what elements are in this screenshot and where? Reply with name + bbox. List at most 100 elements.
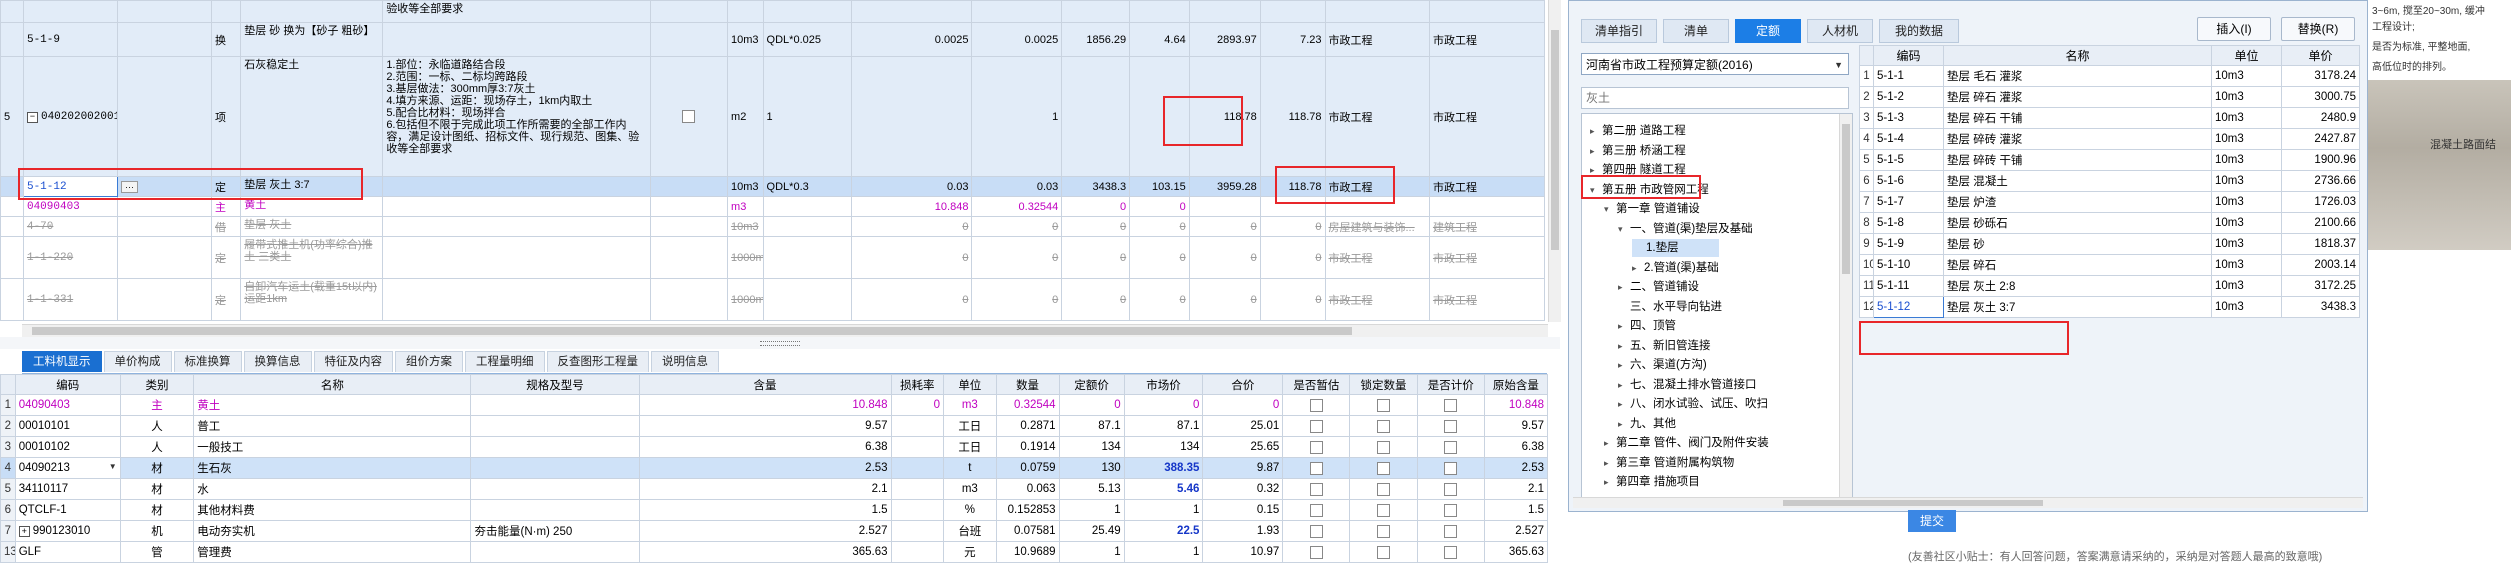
submit-button[interactable]: 提交	[1908, 510, 1956, 532]
checkbox[interactable]	[1377, 482, 1391, 496]
top-row-desc[interactable]	[382, 236, 651, 279]
resource-cell-loss[interactable]	[890, 478, 945, 500]
top-row-category[interactable]: 建筑工程	[1428, 216, 1546, 237]
top-row-type[interactable]: 换	[210, 22, 242, 57]
top-row-qty-expr[interactable]: 1	[762, 56, 853, 177]
quota-cell-n[interactable]: 2	[1859, 86, 1874, 108]
resource-col-header[interactable]: 合价	[1202, 374, 1284, 395]
top-row-spacer[interactable]	[116, 22, 213, 57]
quota-col-header[interactable]: 编码	[1873, 45, 1944, 66]
top-row-qty[interactable]	[851, 56, 973, 177]
quota-cell-n[interactable]: 4	[1859, 128, 1874, 150]
top-row-qty2[interactable]: 1	[971, 56, 1063, 177]
tree-vscroll[interactable]	[1839, 114, 1852, 502]
resource-cell-spec[interactable]	[470, 499, 640, 521]
top-grid-hscroll[interactable]	[22, 324, 1548, 337]
quota-cell-n[interactable]: 1	[1859, 65, 1874, 87]
quota-cell-price[interactable]: 2480.9	[2281, 107, 2360, 129]
resource-cell-market[interactable]: 1	[1123, 499, 1204, 521]
resource-cell-flag[interactable]	[1349, 520, 1418, 542]
quota-row[interactable]: 7 5-1-7 垫层 炉渣 10m3 1726.03	[1859, 191, 2360, 213]
quota-cell-code[interactable]: 5-1-4	[1873, 128, 1944, 150]
resource-row[interactable]: 3 00010102 人一般技工 6.38 工日 0.1914 134 134 25.65 6.3…	[0, 436, 1548, 458]
quota-cell-unit[interactable]: 10m3	[2211, 149, 2282, 171]
resource-cell-cat[interactable]: 人	[119, 436, 195, 458]
resource-cell-total[interactable]: 10.97	[1202, 541, 1284, 563]
top-row-total[interactable]	[1188, 196, 1261, 217]
top-row-category[interactable]: 市政工程	[1428, 176, 1546, 197]
quota-cell-unit[interactable]: 10m3	[2211, 296, 2282, 318]
resource-cell-loss[interactable]	[890, 457, 945, 479]
top-row-spacer[interactable]	[116, 236, 213, 279]
quota-cell-code[interactable]: 5-1-10	[1873, 254, 1944, 276]
top-row-desc[interactable]: 1.部位：永临道路结合段 2.范围：一标、二标均跨路段 3.基层做法：300mm…	[382, 56, 651, 177]
top-row-desc[interactable]	[382, 278, 651, 321]
top-row-category[interactable]	[1428, 0, 1546, 23]
checkbox[interactable]	[1444, 545, 1458, 559]
tab-7[interactable]: 工程量明细	[465, 351, 545, 372]
quota-cell-code[interactable]: 5-1-6	[1873, 170, 1944, 192]
resource-cell-orig[interactable]: 365.63	[1483, 541, 1548, 563]
resource-cell-market[interactable]: 388.35	[1123, 457, 1204, 479]
resource-cell-market[interactable]: 5.46	[1123, 478, 1204, 500]
quota-cell-code[interactable]: 5-1-7	[1873, 191, 1944, 213]
library-select[interactable]: 河南省市政工程预算定额(2016) ▼	[1581, 53, 1849, 75]
top-row-total[interactable]: 3959.28	[1188, 176, 1261, 197]
expand-icon[interactable]: +	[18, 526, 30, 537]
tree-node[interactable]: ▸ 2.管道(渠)基础	[1632, 259, 1719, 277]
resource-cell-n[interactable]: 7	[0, 520, 16, 542]
quota-cell-code[interactable]: 5-1-1	[1873, 65, 1944, 87]
quota-cell-unit[interactable]: 10m3	[2211, 233, 2282, 255]
resource-cell-name[interactable]: 普工	[193, 415, 472, 437]
resource-cell-content[interactable]: 10.848	[638, 394, 892, 416]
top-row-flag[interactable]	[649, 236, 729, 279]
top-row-qty2[interactable]	[971, 0, 1063, 23]
resource-cell-loss[interactable]	[890, 520, 945, 542]
quota-cell-unit[interactable]: 10m3	[2211, 170, 2282, 192]
quota-cell-price[interactable]: 1726.03	[2281, 191, 2360, 213]
top-row-qty2[interactable]: 0	[971, 216, 1063, 237]
top-row-total[interactable]: 0	[1188, 236, 1261, 279]
resource-cell-loss[interactable]	[890, 499, 945, 521]
top-row-qty-expr[interactable]	[762, 236, 853, 279]
top-row-unit-price[interactable]	[1129, 0, 1190, 23]
top-row-unit[interactable]: 10m3	[727, 22, 764, 57]
quota-cell-name[interactable]: 垫层 碎砖 灌浆	[1943, 128, 2212, 150]
quota-cell-unit[interactable]: 10m3	[2211, 107, 2282, 129]
top-row-spacer[interactable]	[116, 278, 213, 321]
resource-cell-n[interactable]: 2	[0, 415, 16, 437]
tab-2[interactable]: 单价构成	[103, 351, 172, 372]
top-row-qty[interactable]: 10.848	[851, 196, 973, 217]
top-row-qty-expr[interactable]: QDL*0.3	[762, 176, 853, 197]
tree-node[interactable]: ▸ 第二册 道路工程	[1590, 122, 1686, 140]
resource-cell-flag[interactable]	[1349, 499, 1418, 521]
replace-button[interactable]: 替换(R)	[2281, 17, 2355, 41]
top-row-flag[interactable]	[649, 0, 729, 23]
top-row-price[interactable]: 3438.3	[1061, 176, 1131, 197]
top-row-qty-expr[interactable]	[762, 196, 853, 217]
quota-cell-price[interactable]: 2100.66	[2281, 212, 2360, 234]
quota-col-header[interactable]	[1859, 45, 1874, 66]
quota-cell-name[interactable]: 垫层 砂砾石	[1943, 212, 2212, 234]
top-row-index[interactable]: 5	[0, 56, 24, 177]
quota-cell-code[interactable]: 5-1-9	[1873, 233, 1944, 255]
resource-cell-spec[interactable]	[470, 478, 640, 500]
resource-cell-qty[interactable]: 0.32544	[995, 394, 1060, 416]
resource-col-header[interactable]	[0, 374, 16, 395]
top-row-name[interactable]: 履带式推土机(功率综合)推土 三类土	[240, 236, 384, 279]
resource-row[interactable]: 6 QTCLF-1 材其他材料费 1.5% 0.152853 1 1 0.15 1.5	[0, 499, 1548, 521]
tree-node[interactable]: ▸ 四、顶管	[1618, 317, 1676, 335]
quota-cell-code[interactable]: 5-1-2	[1873, 86, 1944, 108]
resource-cell-flag[interactable]	[1416, 520, 1485, 542]
tree-node[interactable]: ▸ 七、混凝土排水管道接口	[1618, 376, 1757, 394]
resource-cell-flag[interactable]	[1282, 436, 1351, 458]
quota-row[interactable]: 105-1-10垫层 碎石10m32003.14	[1859, 254, 2360, 276]
quota-cell-unit[interactable]: 10m3	[2211, 275, 2282, 297]
top-row-unit-price[interactable]: 103.15	[1129, 176, 1190, 197]
collapsed-arrow-icon[interactable]: ▸	[1618, 376, 1630, 394]
collapsed-arrow-icon[interactable]: ▸	[1590, 122, 1602, 140]
tab-9[interactable]: 说明信息	[651, 351, 719, 372]
tree-node[interactable]: ▸ 九、其他	[1618, 415, 1676, 433]
resource-cell-price[interactable]: 134	[1058, 436, 1125, 458]
resource-col-header[interactable]: 含量	[638, 374, 892, 395]
